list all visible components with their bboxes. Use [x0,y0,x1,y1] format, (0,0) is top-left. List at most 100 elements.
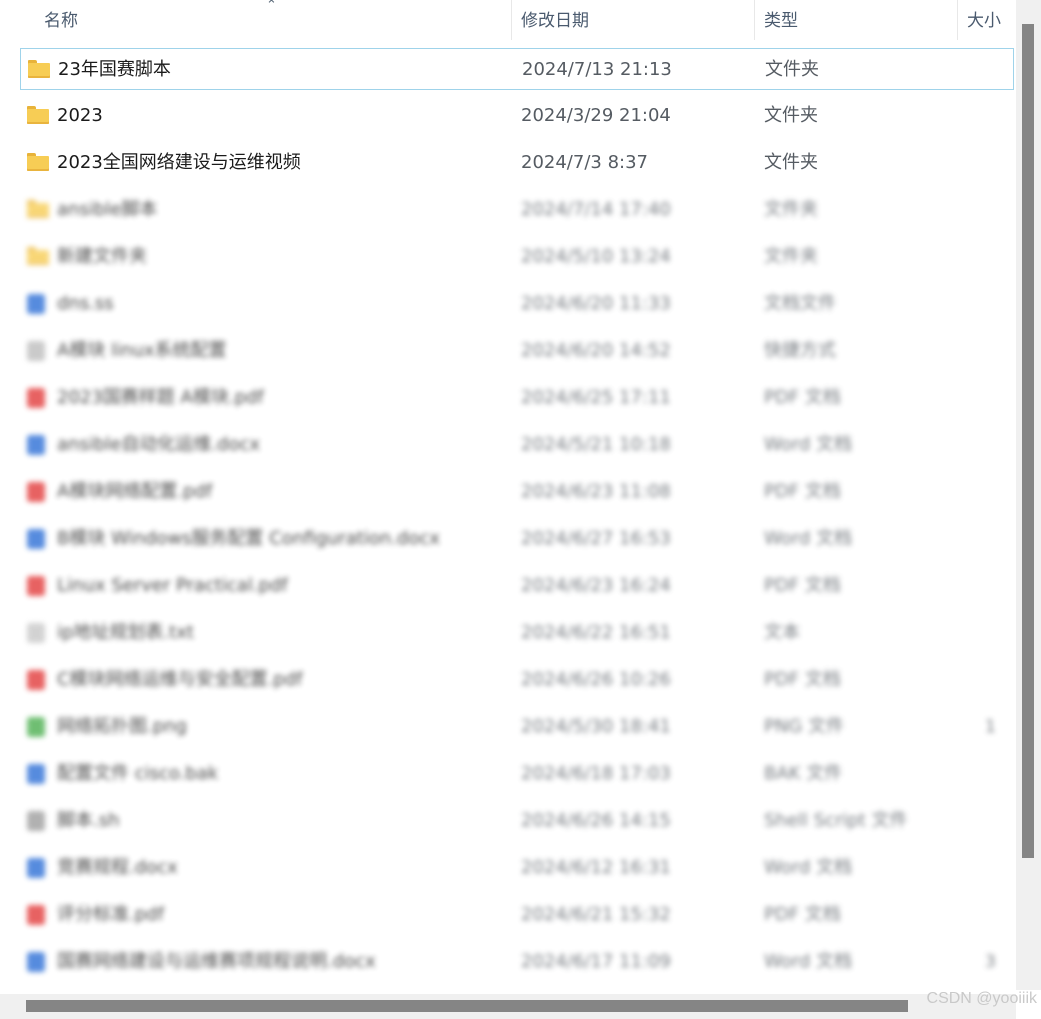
pdf-icon [27,905,45,925]
file-date: 2024/6/18 17:03 [521,763,671,784]
document-icon [27,294,45,314]
file-name: 2023全国网络建设与运维视频 [57,152,301,173]
file-row[interactable]: A模块 linux系统配置 2024/6/20 14:52 快捷方式 [20,330,1014,372]
word-icon [27,952,45,972]
file-date: 2024/6/25 17:11 [521,387,671,408]
column-divider[interactable] [511,0,512,40]
folder-icon [27,106,49,124]
file-type: PDF 文档 [764,575,841,596]
file-row[interactable]: B模块 Windows服务配置 Configuration.docx 2024/6… [20,518,1014,560]
file-row[interactable]: 评分标准.pdf 2024/6/21 15:32 PDF 文档 [20,894,1014,936]
file-type: Word 文档 [764,434,852,455]
column-date-header[interactable]: 修改日期 [521,0,589,42]
file-name: Linux Server Practical.pdf [57,575,288,596]
column-header: 名称 ⌃ 修改日期 类型 大小 [0,0,1016,44]
file-name: 竞赛规程.docx [57,857,178,878]
file-row[interactable]: 2023国赛样题 A模块.pdf 2024/6/25 17:11 PDF 文档 [20,377,1014,419]
file-row[interactable]: ansible脚本 2024/7/14 17:40 文件夹 [20,189,1014,231]
file-row[interactable]: 2023全国网络建设与运维视频 2024/7/3 8:37 文件夹 [20,142,1014,184]
word-icon [27,435,45,455]
file-row[interactable]: 23年国赛脚本 2024/7/13 21:13 文件夹 [20,48,1014,90]
file-name: A模块网络配置.pdf [57,481,213,502]
file-row[interactable]: 竞赛规程.docx 2024/6/12 16:31 Word 文档 [20,847,1014,889]
file-name: 新建文件夹 [57,246,147,267]
column-size-header[interactable]: 大小 [967,0,1001,42]
file-row[interactable]: 2023 2024/3/29 21:04 文件夹 [20,95,1014,137]
file-row[interactable]: dns.ss 2024/6/20 11:33 文档文件 [20,283,1014,325]
file-row[interactable]: Linux Server Practical.pdf 2024/6/23 16:2… [20,565,1014,607]
vertical-scroll-thumb[interactable] [1022,24,1034,858]
column-type-header[interactable]: 类型 [764,0,798,42]
file-name: 评分标准.pdf [57,904,164,925]
file-date: 2024/3/29 21:04 [521,105,671,126]
file-name: 国赛网络建设与运维赛项规程说明.docx [57,951,376,972]
file-date: 2024/5/10 13:24 [521,246,671,267]
file-row[interactable]: 国赛网络建设与运维赛项规程说明.docx 2024/6/17 11:09 Word … [20,941,1014,983]
file-date: 2024/6/26 14:15 [521,810,671,831]
horizontal-scroll-thumb[interactable] [26,1000,908,1012]
file-type: Word 文档 [764,951,852,972]
script-icon [27,811,45,831]
file-row[interactable]: 脚本.sh 2024/6/26 14:15 Shell Script 文件 [20,800,1014,842]
file-name: ansible脚本 [57,199,158,220]
file-type: 文件夹 [764,105,818,126]
file-type: 文件夹 [764,152,818,173]
file-name: ip地址规划表.txt [57,622,194,643]
file-row[interactable]: A模块网络配置.pdf 2024/6/23 11:08 PDF 文档 [20,471,1014,513]
folder-icon [28,60,50,78]
file-date: 2024/5/21 10:18 [521,434,671,455]
text-icon [27,623,45,643]
file-type: 文本 [764,622,800,643]
file-type: 文件夹 [764,246,818,267]
file-date: 2024/6/21 15:32 [521,904,671,925]
file-date: 2024/6/26 10:26 [521,669,671,690]
file-name: 23年国赛脚本 [58,59,171,80]
chevron-up-icon: ⌃ [266,0,277,13]
file-type: Word 文档 [764,528,852,549]
file-size: 1 [985,717,996,737]
file-date: 2024/6/23 16:24 [521,575,671,596]
word-icon [27,858,45,878]
file-date: 2024/6/22 16:51 [521,622,671,643]
file-row[interactable]: ip地址规划表.txt 2024/6/22 16:51 文本 [20,612,1014,654]
file-row[interactable]: 配置文件 cisco.bak 2024/6/18 17:03 BAK 文件 [20,753,1014,795]
file-name: 配置文件 cisco.bak [57,763,219,784]
file-date: 2024/6/20 11:33 [521,293,671,314]
file-date: 2024/7/3 8:37 [521,152,648,173]
file-name: 脚本.sh [57,810,120,831]
column-name-header[interactable]: 名称 [44,0,78,42]
file-date: 2024/6/12 16:31 [521,857,671,878]
file-type: 文档文件 [764,293,836,314]
column-divider[interactable] [754,0,755,40]
file-name: B模块 Windows服务配置 Configuration.docx [57,528,440,549]
file-row[interactable]: C模块网络运维与安全配置.pdf 2024/6/26 10:26 PDF 文档 [20,659,1014,701]
column-divider[interactable] [957,0,958,40]
pdf-icon [27,576,45,596]
file-icon [27,764,45,784]
file-row[interactable]: 新建文件夹 2024/5/10 13:24 文件夹 [20,236,1014,278]
file-date: 2024/7/13 21:13 [522,59,672,80]
file-type: 文件夹 [765,59,819,80]
pdf-icon [27,670,45,690]
file-name: 2023 [57,105,103,126]
folder-icon [27,247,49,265]
file-name: dns.ss [57,293,114,314]
file-type: PDF 文档 [764,481,841,502]
watermark: CSDN @yooiiik [926,990,1037,1007]
file-type: 文件夹 [764,199,818,220]
file-date: 2024/7/14 17:40 [521,199,671,220]
shortcut-icon [27,341,45,361]
file-name: A模块 linux系统配置 [57,340,227,361]
file-date: 2024/6/20 14:52 [521,340,671,361]
file-date: 2024/6/17 11:09 [521,951,671,972]
pdf-icon [27,482,45,502]
file-date: 2024/6/23 11:08 [521,481,671,502]
file-row[interactable]: 网络拓扑图.png 2024/5/30 18:41 PNG 文件 1 [20,706,1014,748]
file-type: PDF 文档 [764,387,841,408]
word-icon [27,529,45,549]
file-row[interactable]: ansible自动化运维.docx 2024/5/21 10:18 Word 文档 [20,424,1014,466]
file-name: 2023国赛样题 A模块.pdf [57,387,264,408]
folder-icon [27,153,49,171]
file-type: BAK 文件 [764,763,843,784]
file-type: PNG 文件 [764,716,844,737]
